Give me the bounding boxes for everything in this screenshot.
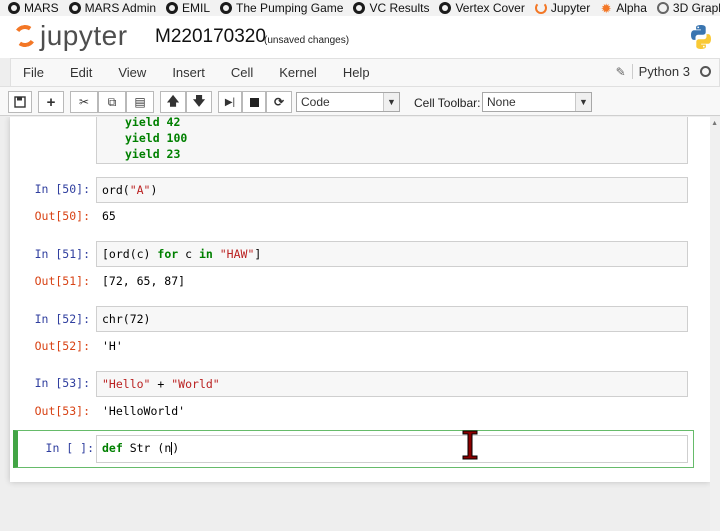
notebook-area: yield 42 yield 100 yield 23 In [50]: ord… [0,117,720,531]
cell-output: 'HelloWorld' [102,404,186,418]
python-logo-icon [691,25,711,49]
menu-help[interactable]: Help [331,65,384,80]
bookmark-pumping-game[interactable]: The Pumping Game [220,1,343,15]
vertical-scrollbar[interactable]: ▲ [710,117,720,531]
ibeam-cursor-icon [462,430,478,460]
kernel-idle-icon [700,66,711,77]
insert-cell-button[interactable]: + [38,91,64,113]
main-toolbar: + ✂ ⧉ ▤ 🡅 🡇 ▶| ⟳ Code ▼ Cell Toolbar: No… [0,86,720,116]
cell-output: [72, 65, 87] [102,274,186,288]
output-prompt: Out[50]: [34,209,90,223]
stop-icon [249,97,259,107]
move-up-button[interactable]: 🡅 [160,91,186,113]
notebook-page: yield 42 yield 100 yield 23 In [50]: ord… [10,117,710,482]
bookmark-vc-results[interactable]: VC Results [353,1,429,15]
cut-button[interactable]: ✂ [70,91,98,113]
code-cell-53[interactable]: "Hello" + "World" [96,371,688,397]
menu-kernel[interactable]: Kernel [267,65,331,80]
bookmark-vertex-cover[interactable]: Vertex Cover [439,1,525,15]
input-prompt: In [50]: [34,182,90,196]
bookmark-alpha[interactable]: ✹ Alpha [600,1,647,15]
input-prompt: In [52]: [34,312,90,326]
chevron-down-icon: ▼ [383,93,399,111]
notebook-header: jupyter M220170320 (unsaved changes) [0,16,720,58]
menu-view[interactable]: View [106,65,160,80]
kernel-name: Python 3 [631,64,690,79]
notebook-name[interactable]: M220170320 [155,26,266,48]
jupyter-icon [534,2,547,14]
input-prompt: In [51]: [34,247,90,261]
github-icon [8,2,20,14]
pencil-icon[interactable]: ✎ [616,65,626,79]
cell-toolbar-select[interactable]: None ▼ [482,92,592,112]
code-cell-editing[interactable]: def Str (n) [96,435,688,463]
input-prompt: In [53]: [34,376,90,390]
cell-type-select[interactable]: Code ▼ [296,92,400,112]
paste-icon: ▤ [134,95,146,109]
output-prompt: Out[52]: [34,339,90,353]
menu-cell[interactable]: Cell [219,65,267,80]
wolfram-icon: ✹ [600,0,612,16]
input-prompt: In [ ]: [45,441,94,455]
github-icon [439,2,452,14]
bookmark-jupyter[interactable]: Jupyter [534,1,590,15]
cell-output: 'H' [102,339,123,353]
active-cell[interactable]: In [ ]: def Str (n) [13,430,694,468]
menu-bar: File Edit View Insert Cell Kernel Help ✎… [10,58,720,86]
jupyter-logo[interactable]: jupyter [12,20,128,52]
kernel-indicator: ✎ Python 3 [616,64,711,79]
scissors-icon: ✂ [78,95,90,109]
move-down-button[interactable]: 🡇 [186,91,212,113]
plus-icon: + [46,93,56,111]
save-status: (unsaved changes) [264,35,350,46]
arrow-up-icon: 🡅 [166,93,180,108]
output-prompt: Out[53]: [34,404,90,418]
code-cell-52[interactable]: chr(72) [96,306,688,332]
code-cell-51[interactable]: [ord(c) for c in "HAW"] [96,241,688,267]
bookmark-emil[interactable]: EMIL [166,1,210,15]
run-button[interactable]: ▶| [218,91,242,113]
scroll-up-icon[interactable]: ▲ [711,120,718,127]
cell-toolbar-label: Cell Toolbar: [414,96,481,110]
restart-button[interactable]: ⟳ [266,91,292,113]
text-cursor [171,442,173,455]
code-cell-50[interactable]: ord("A") [96,177,688,203]
chevron-down-icon: ▼ [575,93,591,111]
menu-insert[interactable]: Insert [160,65,219,80]
save-button[interactable] [8,91,32,113]
cell-output: 65 [102,209,116,223]
code-cell-partial[interactable]: yield 42 yield 100 yield 23 [96,117,688,164]
output-prompt: Out[51]: [34,274,90,288]
jupyter-logo-icon [12,23,38,49]
bookmarks-bar: MARS MARS Admin EMIL The Pumping Game VC… [0,0,720,16]
bookmark-mars[interactable]: MARS [8,1,59,15]
github-icon [220,2,233,14]
copy-icon: ⧉ [107,94,117,109]
bookmark-3d-grapher[interactable]: 3D Grapher [656,1,720,15]
arrow-down-icon: 🡇 [192,93,206,108]
save-icon [14,96,26,108]
globe-icon [656,2,669,14]
github-icon [68,2,81,14]
refresh-icon: ⟳ [273,95,285,109]
menu-edit[interactable]: Edit [58,65,106,80]
bookmark-mars-admin[interactable]: MARS Admin [68,1,156,15]
menu-file[interactable]: File [11,65,58,80]
step-forward-icon: ▶| [224,96,236,108]
interrupt-button[interactable] [242,91,266,113]
github-icon [353,2,366,14]
copy-button[interactable]: ⧉ [98,91,126,113]
paste-button[interactable]: ▤ [126,91,154,113]
github-icon [166,2,179,14]
